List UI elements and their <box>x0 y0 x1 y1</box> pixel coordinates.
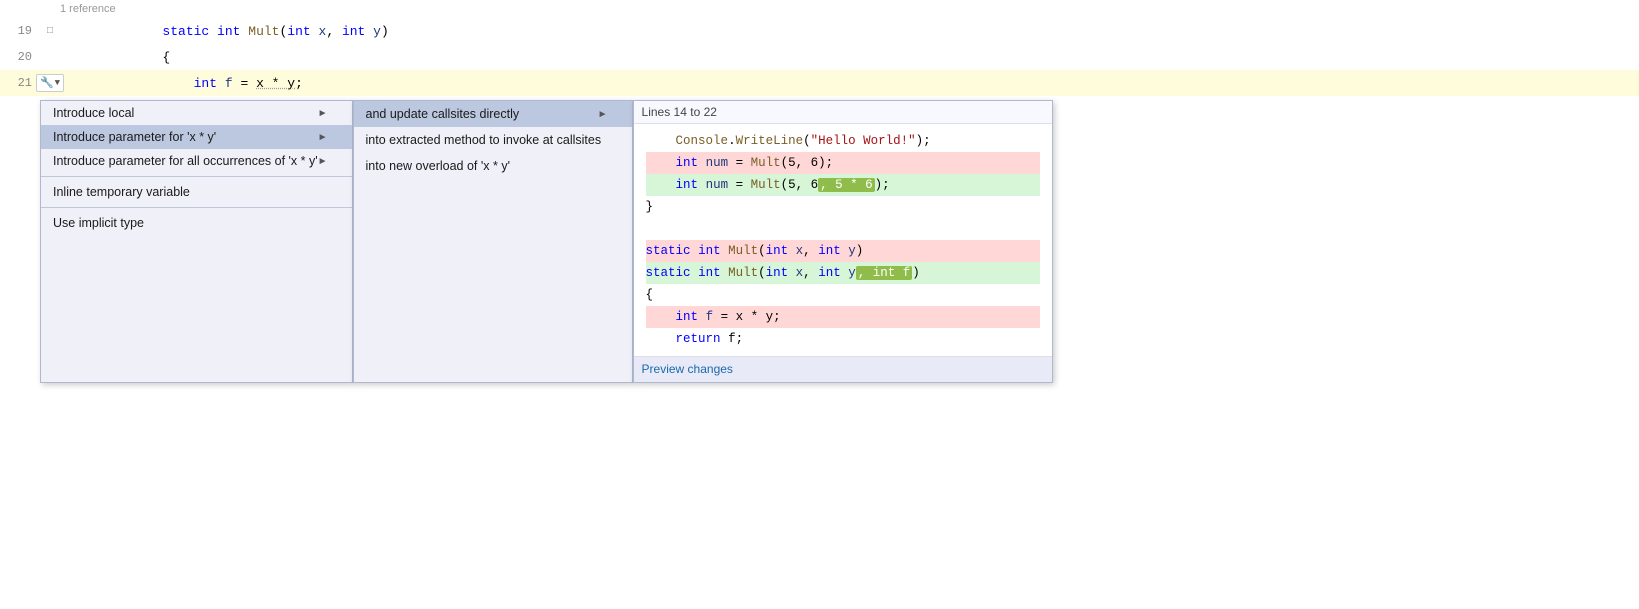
preview-line-7: { <box>646 284 1040 306</box>
code-editor: 1 reference 19 □ static int Mult(int x, … <box>0 0 1639 96</box>
menu-item-introduce-param[interactable]: Introduce parameter for 'x * y' ► <box>41 125 352 149</box>
main-container: 1 reference 19 □ static int Mult(int x, … <box>0 0 1639 609</box>
line-num-20: 20 <box>0 50 40 64</box>
preview-line-9: return f; <box>646 328 1040 350</box>
code-line-21: 21 🔧▼ int f = x * y; <box>0 70 1639 96</box>
code-line-20: 20 { <box>0 44 1639 70</box>
menu-item-introduce-param-all-label: Introduce parameter for all occurrences … <box>53 154 318 168</box>
menu-item-introduce-param-label: Introduce parameter for 'x * y' <box>53 130 216 144</box>
code-content-21: int f = x * y; <box>60 76 1639 91</box>
preview-line-8: int f = x * y; <box>646 306 1040 328</box>
menu-separator-2 <box>41 207 352 208</box>
code-content-20: { <box>60 50 1639 65</box>
preview-line-5: static int Mult(int x, int y) <box>646 240 1040 262</box>
menu-separator-1 <box>41 176 352 177</box>
preview-code-area: Console.WriteLine("Hello World!"); int n… <box>634 124 1052 356</box>
submenu-item-extracted-method-label: into extracted method to invoke at calls… <box>366 133 602 147</box>
line-num-19: 19 <box>0 24 40 38</box>
highlight-new-param: , 5 * 6 <box>818 178 875 192</box>
reference-hint: 1 reference <box>0 0 1639 18</box>
preview-line-3: int num = Mult(5, 6, 5 * 6); <box>646 174 1040 196</box>
submenu-item-update-callsites[interactable]: and update callsites directly ► <box>354 101 632 127</box>
menu-item-use-implicit-label: Use implicit type <box>53 216 144 230</box>
submenu-item-new-overload[interactable]: into new overload of 'x * y' <box>354 153 632 179</box>
submenu-arrow-callsites: ► <box>598 109 608 120</box>
menus-overlay: Introduce local ► Introduce parameter fo… <box>40 100 1053 383</box>
submenu: and update callsites directly ► into ext… <box>353 100 633 383</box>
submenu-item-update-callsites-label: and update callsites directly <box>366 107 520 121</box>
submenu-arrow-3: ► <box>318 156 328 167</box>
code-line-19: 19 □ static int Mult(int x, int y) <box>0 18 1639 44</box>
preview-line-blank <box>646 218 1040 240</box>
preview-line-6: static int Mult(int x, int y, int f) <box>646 262 1040 284</box>
preview-panel: Lines 14 to 22 Console.WriteLine("Hello … <box>633 100 1053 383</box>
menu-item-inline-temp-label: Inline temporary variable <box>53 185 190 199</box>
submenu-item-extracted-method[interactable]: into extracted method to invoke at calls… <box>354 127 632 153</box>
highlight-new-overload-param: , int f <box>856 266 913 280</box>
preview-line-4: } <box>646 196 1040 218</box>
menu-item-use-implicit[interactable]: Use implicit type <box>41 211 352 235</box>
submenu-item-new-overload-label: into new overload of 'x * y' <box>366 159 510 173</box>
preview-footer: Preview changes <box>634 356 1052 382</box>
preview-line-1: Console.WriteLine("Hello World!"); <box>646 130 1040 152</box>
submenu-arrow-2: ► <box>318 132 328 143</box>
line-num-21: 21 <box>0 76 40 90</box>
menu-item-introduce-local-label: Introduce local <box>53 106 134 120</box>
submenu-arrow-1: ► <box>318 108 328 119</box>
preview-line-2: int num = Mult(5, 6); <box>646 152 1040 174</box>
context-menu: Introduce local ► Introduce parameter fo… <box>40 100 353 383</box>
menu-item-introduce-local[interactable]: Introduce local ► <box>41 101 352 125</box>
menu-item-inline-temp[interactable]: Inline temporary variable <box>41 180 352 204</box>
collapse-btn-19[interactable]: □ <box>40 26 60 37</box>
refactor-icon-container: 🔧▼ <box>40 74 60 92</box>
menu-item-introduce-param-all[interactable]: Introduce parameter for all occurrences … <box>41 149 352 173</box>
preview-title: Lines 14 to 22 <box>634 101 1052 124</box>
preview-changes-link[interactable]: Preview changes <box>642 362 733 376</box>
code-content-19: static int Mult(int x, int y) <box>60 24 1639 39</box>
